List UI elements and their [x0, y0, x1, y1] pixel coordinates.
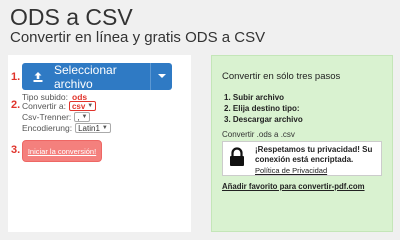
privacy-policy-link[interactable]: Política de Privacidad: [255, 166, 327, 175]
page-subtitle: Convertir en línea y gratis ODS a CSV: [10, 29, 266, 46]
step-3-number: 3.: [11, 144, 21, 156]
convert-to-label: Convertir a:: [22, 101, 66, 111]
info-step: 3. Descargar archivo: [224, 115, 303, 124]
add-favorite-link[interactable]: Añadir favorito para convertir-pdf.com: [222, 182, 365, 191]
separator-value: ,: [77, 112, 80, 122]
page-title: ODS a CSV: [10, 4, 133, 30]
convert-to-value: csv: [71, 101, 86, 111]
convert-format-line: Convertir .ods a .csv: [222, 130, 295, 139]
chevron-down-icon: [157, 74, 166, 78]
step-2-number: 2.: [11, 99, 21, 111]
encoding-row: Encodierung: Latin1 ▼: [22, 123, 111, 133]
step-1-number: 1.: [11, 71, 21, 83]
select-file-label: Seleccionar archivo: [54, 62, 117, 91]
start-conversion-button[interactable]: Iniciar la conversión!: [22, 140, 102, 162]
encoding-select[interactable]: Latin1 ▼: [75, 123, 111, 133]
privacy-notice: ¡Respetamos tu privacidad! Su conexión e…: [222, 141, 382, 176]
separator-row: Csv-Trenner: , ▼: [22, 112, 91, 122]
convert-to-row: Convertir a: csv ▼: [22, 101, 97, 111]
encoding-label: Encodierung:: [22, 123, 73, 133]
privacy-text: ¡Respetamos tu privacidad! Su conexión e…: [255, 145, 373, 164]
lock-icon: [229, 147, 245, 172]
convert-to-select[interactable]: csv ▼: [68, 101, 97, 111]
select-file-button[interactable]: Seleccionar archivo: [22, 62, 172, 91]
select-arrow-icon: ▼: [87, 103, 94, 109]
info-title: Convertir en sólo tres pasos: [222, 71, 341, 82]
encoding-value: Latin1: [78, 123, 100, 133]
separator-label: Csv-Trenner:: [22, 112, 72, 122]
info-step: 1. Subir archivo: [224, 93, 285, 102]
info-steps-list: 1. Subir archivo 2. Elija destino tipo: …: [224, 92, 303, 125]
upload-icon: [22, 71, 54, 83]
separator-select[interactable]: , ▼: [74, 112, 91, 122]
select-arrow-icon: ▼: [101, 125, 108, 131]
upload-dropdown-toggle[interactable]: [150, 63, 172, 90]
info-step: 2. Elija destino tipo:: [224, 104, 300, 113]
select-arrow-icon: ▼: [81, 114, 88, 120]
